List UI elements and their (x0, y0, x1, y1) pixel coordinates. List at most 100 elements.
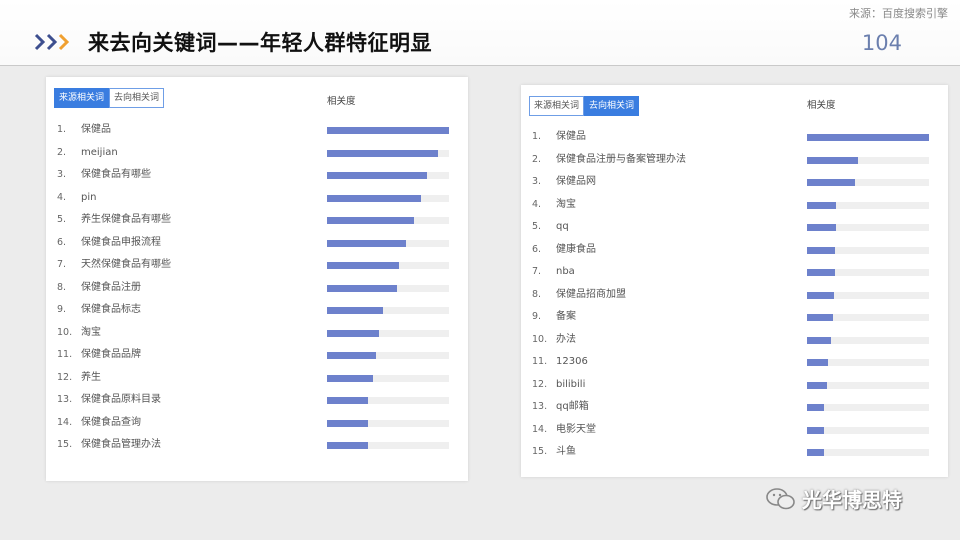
relevance-bar-track (807, 359, 929, 366)
keyword-label: 办法 (556, 333, 576, 345)
relevance-bar (807, 336, 832, 344)
keyword-row: 2. 保健食品注册与备案管理办法 (521, 151, 948, 169)
keyword-label: 保健食品查询 (81, 416, 141, 428)
row-number: 2. (57, 146, 67, 158)
relevance-bar-track (327, 442, 449, 449)
relevance-bar-track (807, 314, 929, 321)
tab-source-words[interactable]: 来源相关词 (54, 88, 110, 108)
row-number: 6. (57, 236, 67, 248)
relevance-bar (327, 307, 384, 314)
keyword-label: 备案 (556, 311, 576, 322)
keyword-label: 天然保健食品有哪些 (81, 259, 171, 270)
keyword-row: 5. qq (521, 218, 948, 236)
keyword-row: 6. 保健食品申报流程 (46, 234, 468, 252)
page-title: 来去向关键词——年轻人群特征明显 (88, 31, 432, 55)
relevance-bar (327, 374, 374, 382)
source-note: 来源：百度搜索引擎 (849, 7, 948, 20)
row-number: 4. (57, 191, 67, 203)
row-number: 2. (532, 153, 542, 165)
row-number: 10. (532, 333, 548, 345)
relevance-bar (327, 329, 380, 337)
keyword-label: 保健品 (556, 131, 586, 142)
keyword-row: 11. 保健食品品牌 (46, 346, 468, 364)
keyword-label: nba (556, 266, 575, 277)
keyword-label: qq邮箱 (556, 401, 589, 412)
keyword-label: 淘宝 (81, 326, 101, 338)
row-number: 15. (57, 439, 73, 450)
keyword-row: 10. 办法 (521, 331, 948, 349)
relevance-bar-track (327, 307, 449, 314)
keyword-label: qq (556, 221, 569, 232)
relevance-bar-track (807, 179, 929, 186)
wechat-icon (766, 487, 795, 509)
keyword-label: 斗鱼 (556, 446, 576, 457)
relevance-bar-track (807, 134, 929, 141)
relevance-bar-track (327, 397, 449, 404)
keyword-row: 13. 保健食品原料目录 (46, 391, 468, 409)
tab-destination-words[interactable]: 去向相关词 (109, 88, 165, 108)
keyword-label: bilibili (556, 378, 586, 390)
relevance-bar-track (807, 404, 929, 411)
row-number: 7. (57, 259, 67, 270)
keyword-row: 3. 保健品网 (521, 173, 948, 191)
relevance-header: 相关度 (807, 100, 836, 111)
row-number: 10. (57, 326, 73, 338)
keyword-label: pin (81, 191, 97, 203)
keyword-label: 保健食品申报流程 (81, 236, 161, 248)
keyword-row: 8. 保健品招商加盟 (521, 286, 948, 304)
relevance-bar (807, 381, 827, 389)
keyword-row: 4. 淘宝 (521, 196, 948, 214)
relevance-bar-track (807, 426, 929, 434)
tab-destination-words[interactable]: 去向相关词 (584, 96, 640, 116)
relevance-bar-track (327, 284, 449, 292)
keyword-row: 4. pin (46, 189, 468, 207)
keyword-label: 保健食品注册与备案管理办法 (556, 153, 686, 165)
keyword-label: 保健食品管理办法 (81, 439, 161, 450)
row-number: 14. (532, 423, 548, 435)
keyword-label: 保健食品品牌 (81, 349, 141, 360)
relevance-bar (327, 194, 421, 202)
row-number: 5. (57, 214, 67, 225)
relevance-bar-track (807, 449, 929, 456)
relevance-bar-track (327, 149, 449, 157)
relevance-bar (807, 314, 833, 321)
relevance-bar-track (327, 217, 449, 224)
keyword-label: 保健品招商加盟 (556, 288, 626, 300)
keyword-row: 11. 12306 (521, 353, 948, 371)
relevance-bar (327, 262, 399, 269)
relevance-bar-track (807, 291, 929, 299)
row-number: 3. (532, 176, 542, 187)
keyword-row: 7. nba (521, 263, 948, 281)
row-number: 3. (57, 169, 67, 180)
keyword-row: 10. 淘宝 (46, 324, 468, 342)
source-keywords-panel: 来源相关词 去向相关词 相关度 1. 保健品 2. meijian 3. 保健食品有哪些 4… (46, 77, 468, 481)
keyword-row: 9. 备案 (521, 308, 948, 326)
keyword-label: 保健品 (81, 124, 111, 135)
keyword-row: 2. meijian (46, 144, 468, 162)
row-number: 4. (532, 198, 542, 210)
keyword-label: 淘宝 (556, 198, 576, 210)
row-number: 8. (57, 281, 67, 293)
row-number: 5. (532, 221, 542, 232)
relevance-bar (807, 426, 825, 434)
relevance-bar-track (327, 419, 449, 427)
keyword-label: 健康食品 (556, 243, 596, 255)
relevance-bar-track (807, 224, 929, 231)
relevance-bar (807, 201, 837, 209)
row-number: 13. (57, 394, 73, 405)
keyword-label: 保健品网 (556, 176, 596, 187)
relevance-bar (327, 172, 428, 179)
relevance-bar-track (807, 381, 929, 389)
relevance-bar (807, 404, 825, 411)
watermark-text: 光华博思特 (802, 488, 902, 512)
tab-source-words[interactable]: 来源相关词 (529, 96, 585, 116)
relevance-bar-track (327, 239, 449, 247)
relevance-bar (807, 134, 929, 141)
row-number: 12. (57, 371, 73, 383)
relevance-bar (807, 269, 836, 276)
relevance-bar (807, 449, 825, 456)
keyword-label: meijian (81, 146, 118, 158)
keyword-row: 12. 养生 (46, 369, 468, 387)
row-number: 13. (532, 401, 548, 412)
tab-bar: 来源相关词 去向相关词 (54, 88, 165, 108)
